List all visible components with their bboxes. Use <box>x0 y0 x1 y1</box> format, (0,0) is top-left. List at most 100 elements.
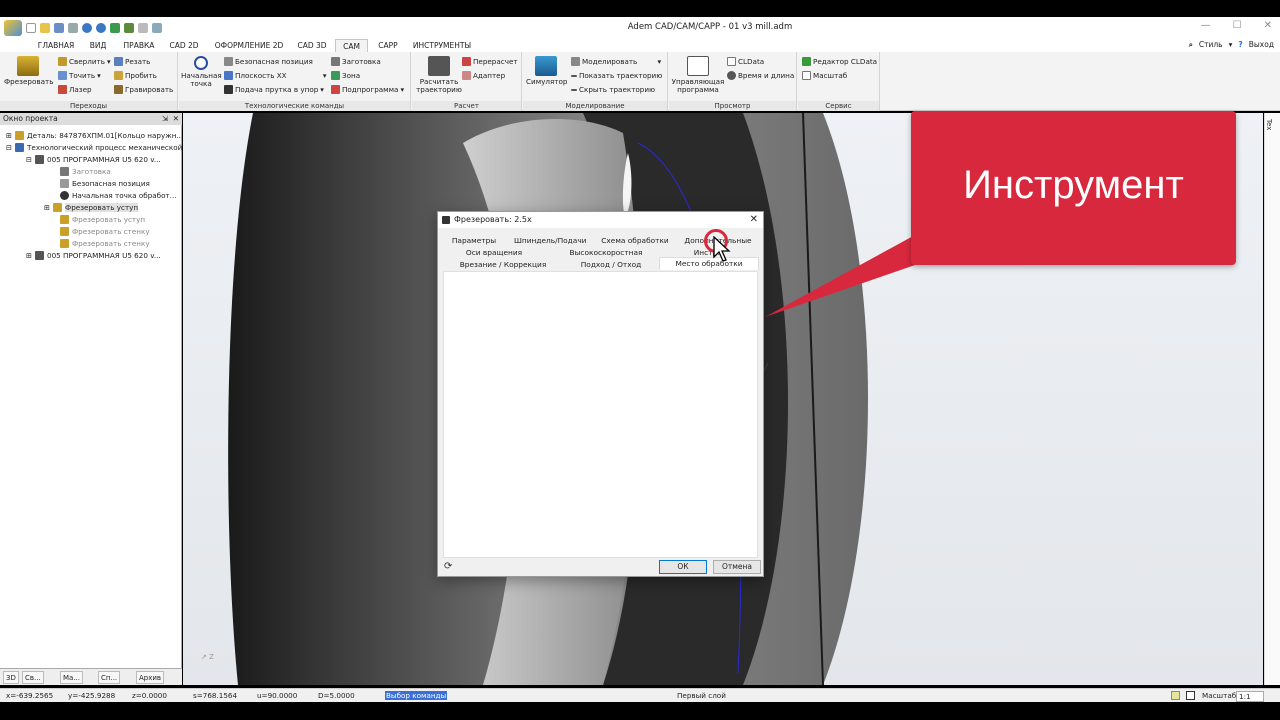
tab-parameters[interactable]: Параметры <box>448 236 500 245</box>
tab-cam[interactable]: CAM <box>335 39 368 52</box>
ok-button[interactable]: ОК <box>659 560 707 574</box>
close-icon[interactable]: ✕ <box>1264 20 1272 31</box>
tab-spec[interactable]: Сп... <box>98 671 121 684</box>
redo-icon[interactable] <box>96 22 106 33</box>
window-icon[interactable] <box>138 22 148 33</box>
maximize-icon[interactable]: ☐ <box>1233 20 1242 31</box>
adapter-button[interactable]: Адаптер <box>462 71 505 80</box>
tab-spindle-feeds[interactable]: Шпиндель/Подачи <box>514 236 587 245</box>
tree-item-mill-wall-2[interactable]: Фрезеровать стенку <box>60 239 150 248</box>
tab-rotation-axes[interactable]: Оси вращения <box>464 248 524 257</box>
dialog-close-icon[interactable]: ✕ <box>750 212 758 228</box>
tab-cad3d[interactable]: CAD 3D <box>293 39 331 52</box>
calculator-icon[interactable] <box>110 22 120 33</box>
tree-item-mill-step-1[interactable]: ⊞ Фрезеровать уступ <box>44 203 139 212</box>
cancel-button[interactable]: Отмена <box>713 560 761 574</box>
drill-button[interactable]: Сверлить ▾ <box>58 57 111 66</box>
expand-icon[interactable]: ⊞ <box>26 251 32 260</box>
safe-position-button[interactable]: Безопасная позиция <box>224 57 313 66</box>
zone-button[interactable]: Зона <box>331 71 360 80</box>
tab-vid[interactable]: ВИД <box>84 39 112 52</box>
save-icon[interactable] <box>54 22 64 33</box>
tab-high-speed[interactable]: Высокоскоростная <box>568 248 644 257</box>
start-point-button[interactable]: Начальная точка <box>181 56 222 88</box>
grid-icon[interactable] <box>1186 691 1195 700</box>
help-icon[interactable]: ? <box>1238 39 1242 51</box>
tree-item-process[interactable]: ⊟ Технологический процесс механической <box>6 143 182 152</box>
expand-icon[interactable]: ⊞ <box>6 131 12 140</box>
tree-item-start-point[interactable]: Начальная точка обработ... <box>60 191 177 200</box>
tab-glavnaya[interactable]: ГЛАВНАЯ <box>34 39 78 52</box>
hide-path-button[interactable]: Скрыть траекторию <box>571 85 655 94</box>
recalc-button[interactable]: Перерасчет <box>462 57 518 66</box>
new-file-icon[interactable] <box>26 22 36 33</box>
status-scale-value[interactable]: 1:1 <box>1236 691 1264 702</box>
laser-button[interactable]: Лазер <box>58 85 92 94</box>
tree-item-mill-step-2[interactable]: Фрезеровать уступ <box>60 215 145 224</box>
style-dropdown-icon[interactable]: ▾ <box>1229 39 1233 51</box>
settings-icon[interactable] <box>124 22 134 33</box>
tab-plunge-correction[interactable]: Врезание / Коррекция <box>458 260 548 269</box>
tree-item-blank[interactable]: Заготовка <box>60 167 111 176</box>
subprogram-button[interactable]: Подпрограмма ▾ <box>331 85 404 94</box>
simulator-button[interactable]: Симулятор <box>526 56 567 86</box>
tab-cad2d[interactable]: CAD 2D <box>165 39 203 52</box>
tab-approach-retract[interactable]: Подход / Отход <box>578 260 644 269</box>
plane-button[interactable]: Плоскость XX ▾ <box>224 71 326 80</box>
tab-instrumenty[interactable]: ИНСТРУМЕНТЫ <box>410 39 474 52</box>
tab-processing-scheme[interactable]: Схема обработки <box>601 236 669 245</box>
tree-label: Фрезеровать стенку <box>72 227 150 236</box>
show-path-button[interactable]: Показать траекторию <box>571 71 662 80</box>
layout-icon[interactable] <box>152 22 162 33</box>
turn-button[interactable]: Точить ▾ <box>58 71 101 80</box>
simulator-icon <box>535 56 557 76</box>
minimize-icon[interactable]: — <box>1201 20 1211 31</box>
status-x: x=-639.2565 <box>6 691 54 700</box>
collapse-icon[interactable]: ⊟ <box>6 143 12 152</box>
calc-path-button[interactable]: Расчитать траекторию <box>416 56 462 94</box>
collapse-icon[interactable]: ⊟ <box>26 155 32 164</box>
cldata-editor-button[interactable]: Редактор CLData <box>802 57 877 66</box>
panel-close-icon[interactable]: ✕ <box>173 113 179 125</box>
style-menu[interactable]: Стиль <box>1199 39 1223 51</box>
cut-button[interactable]: Резать <box>114 57 150 66</box>
scale-button[interactable]: Масштаб <box>802 71 847 80</box>
tab-3d[interactable]: 3D <box>3 671 19 684</box>
quick-access-toolbar <box>4 17 162 38</box>
expand-icon[interactable]: ⊞ <box>44 203 50 212</box>
bar-feed-button[interactable]: Подача прутка в упор ▾ <box>224 85 324 94</box>
layers-icon[interactable] <box>1171 691 1180 700</box>
undo-icon[interactable] <box>82 22 92 33</box>
pin-icon[interactable]: ⇲ <box>162 113 168 125</box>
print-icon[interactable] <box>68 22 78 33</box>
cldata-button[interactable]: CLData <box>727 57 764 66</box>
time-length-button[interactable]: Время и длина <box>727 71 794 80</box>
tree-item-safe-position[interactable]: Безопасная позиция <box>60 179 150 188</box>
tab-pravka[interactable]: ПРАВКА <box>120 39 158 52</box>
tab-machining-place[interactable]: Место обработки <box>659 257 759 270</box>
simulate-button[interactable]: Моделировать ▾ <box>571 57 661 66</box>
tree-label: Фрезеровать уступ <box>72 215 146 224</box>
tab-oformlenie[interactable]: ОФОРМЛЕНИЕ 2D <box>211 39 287 52</box>
punch-button[interactable]: Пробить <box>114 71 157 80</box>
tree-item-detail[interactable]: ⊞ Деталь: 847876ХПМ.01[Кольцо наружн... <box>6 131 183 140</box>
tree-item-operation-2[interactable]: ⊞ 005 ПРОГРАММНАЯ U5 620 v... <box>26 251 161 260</box>
tab-archive[interactable]: Архив <box>136 671 165 684</box>
search-icon[interactable]: ⌕ <box>1189 39 1193 51</box>
tab-properties[interactable]: Св... <box>22 671 44 684</box>
tree-item-mill-wall-1[interactable]: Фрезеровать стенку <box>60 227 150 236</box>
nc-program-button[interactable]: Управляющая программа <box>671 56 725 94</box>
tree-item-operation[interactable]: ⊟ 005 ПРОГРАММНАЯ U5 620 v... <box>26 155 161 164</box>
side-panel-label[interactable]: Tex <box>1265 119 1273 130</box>
app-logo-icon[interactable] <box>4 19 22 36</box>
time-length-icon <box>727 71 736 80</box>
engrave-button[interactable]: Гравировать <box>114 85 173 94</box>
tab-capp[interactable]: CAPP <box>373 39 403 52</box>
refresh-icon[interactable]: ⟳ <box>444 561 452 572</box>
exit-menu[interactable]: Выход <box>1249 39 1274 51</box>
mill-button[interactable]: Фрезеровать <box>4 56 53 86</box>
panel-bottom-tabs: 3D Св... Ма... Сп... Архив <box>0 668 182 685</box>
blank-button[interactable]: Заготовка <box>331 57 381 66</box>
tab-macro[interactable]: Ма... <box>60 671 84 684</box>
open-folder-icon[interactable] <box>40 22 50 33</box>
